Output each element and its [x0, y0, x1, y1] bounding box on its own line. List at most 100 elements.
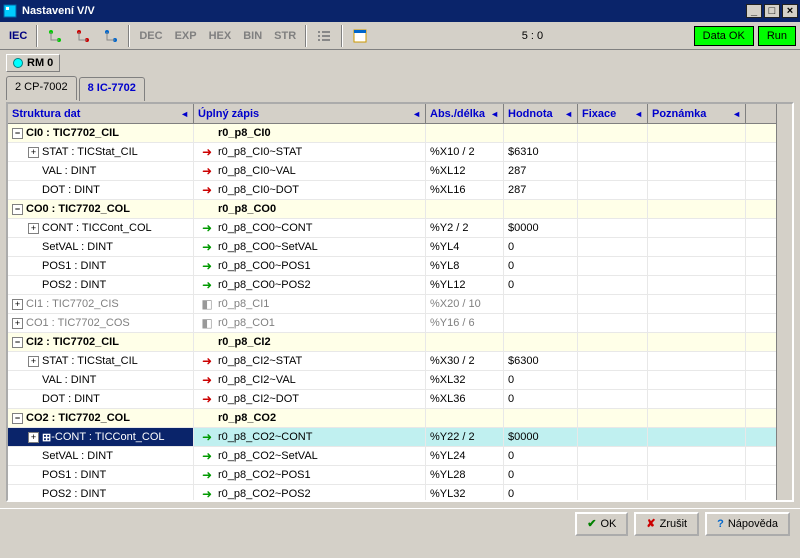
collapse-icon[interactable]: − [12, 337, 23, 348]
table-row[interactable]: SetVAL : DINT➜r0_p8_CO2~SetVAL%YL240 [8, 447, 776, 466]
tab-ic7702[interactable]: 8 IC-7702 [79, 77, 145, 101]
table-row[interactable]: VAL : DINT➜r0_p8_CI2~VAL%XL320 [8, 371, 776, 390]
row-fullname: r0_p8_CO0 [218, 203, 276, 215]
expand-icon[interactable]: + [28, 356, 39, 367]
expand-icon[interactable]: + [28, 223, 39, 234]
output-arrow-icon: ➜ [202, 259, 212, 273]
collapse-icon[interactable]: − [12, 128, 23, 139]
close-button[interactable]: × [782, 4, 798, 18]
dec-button[interactable]: DEC [134, 25, 167, 47]
disabled-icon: ◧ [201, 316, 212, 330]
iec-button[interactable]: IEC [4, 25, 32, 47]
row-struct-label: CI1 : TIC7702_CIS [26, 298, 119, 310]
ok-button[interactable]: ✔OK [575, 512, 628, 536]
window-icon[interactable] [347, 25, 373, 47]
help-button[interactable]: ?Nápověda [705, 512, 790, 536]
exp-button[interactable]: EXP [170, 25, 202, 47]
col-abslen[interactable]: Abs./délka◄ [426, 104, 504, 123]
table-row[interactable]: POS1 : DINT➜r0_p8_CO0~POS1%YL80 [8, 257, 776, 276]
row-fullname: r0_p8_CO0~POS1 [218, 260, 311, 272]
col-value[interactable]: Hodnota◄ [504, 104, 578, 123]
table-row[interactable]: −CI0 : TIC7702_CILr0_p8_CI0 [8, 124, 776, 143]
cancel-button[interactable]: ✘Zrušit [634, 512, 699, 536]
vertical-scrollbar[interactable] [776, 104, 792, 500]
run-indicator: Run [758, 26, 796, 46]
row-abslen: %Y2 / 2 [430, 222, 469, 234]
row-abslen: %X30 / 2 [430, 355, 475, 367]
expand-icon[interactable]: + [12, 299, 23, 310]
tree1-icon[interactable] [42, 25, 68, 47]
row-struct-label: CO0 : TIC7702_COL [26, 203, 130, 215]
app-icon [2, 3, 18, 19]
col-note[interactable]: Poznámka◄ [648, 104, 746, 123]
row-abslen: %XL16 [430, 184, 465, 196]
row-value: 287 [508, 184, 526, 196]
tree3-icon[interactable] [98, 25, 124, 47]
row-struct-label: DOT : DINT [42, 184, 100, 196]
row-abslen: %Y16 / 6 [430, 317, 475, 329]
row-struct-label: CI2 : TIC7702_CIL [26, 336, 119, 348]
hex-button[interactable]: HEX [204, 25, 237, 47]
expand-icon[interactable]: + [28, 432, 39, 443]
table-row[interactable]: POS1 : DINT➜r0_p8_CO2~POS1%YL280 [8, 466, 776, 485]
table-row[interactable]: −CO0 : TIC7702_COL r0_p8_CO0 [8, 200, 776, 219]
expand-icon[interactable]: + [28, 147, 39, 158]
row-abslen: %YL12 [430, 279, 465, 291]
col-structure[interactable]: Struktura dat◄ [8, 104, 194, 123]
row-fullname: r0_p8_CI2~VAL [218, 374, 296, 386]
row-value: 0 [508, 241, 514, 253]
row-struct-label: SetVAL : DINT [42, 241, 113, 253]
str-button[interactable]: STR [269, 25, 301, 47]
table-row[interactable]: SetVAL : DINT➜r0_p8_CO0~SetVAL%YL40 [8, 238, 776, 257]
toolbar: IEC DEC EXP HEX BIN STR 5 : 0 Data OK Ru… [0, 22, 800, 50]
table-row[interactable]: +CONT : TICCont_COL➜r0_p8_CO0~CONT%Y2 / … [8, 219, 776, 238]
list-icon[interactable] [311, 25, 337, 47]
row-value: 0 [508, 469, 514, 481]
table-row[interactable]: −CO2 : TIC7702_COLr0_p8_CO2 [8, 409, 776, 428]
row-value: 287 [508, 165, 526, 177]
row-struct-label: ⊞-CONT : TICCont_COL [42, 431, 165, 444]
data-grid-panel: Struktura dat◄ Úplný zápis◄ Abs./délka◄ … [6, 102, 794, 502]
row-struct-label: CO1 : TIC7702_COS [26, 317, 130, 329]
table-row[interactable]: +STAT : TICStat_CIL➜r0_p8_CI0~STAT%X10 /… [8, 143, 776, 162]
table-row[interactable]: POS2 : DINT➜r0_p8_CO2~POS2%YL320 [8, 485, 776, 500]
tab-cp7002[interactable]: 2 CP-7002 [6, 76, 77, 100]
row-struct-label: DOT : DINT [42, 393, 100, 405]
table-row[interactable]: −CI2 : TIC7702_CILr0_p8_CI2 [8, 333, 776, 352]
tree2-icon[interactable] [70, 25, 96, 47]
grid-header: Struktura dat◄ Úplný zápis◄ Abs./délka◄ … [8, 104, 776, 124]
table-row[interactable]: +CI1 : TIC7702_CIS◧r0_p8_CI1%X20 / 10 [8, 295, 776, 314]
row-struct-label: POS2 : DINT [42, 488, 106, 500]
row-fullname: r0_p8_CO2~POS1 [218, 469, 311, 481]
row-fullname: r0_p8_CI2~DOT [218, 393, 299, 405]
output-arrow-icon: ➜ [202, 449, 212, 463]
row-abslen: %XL12 [430, 165, 465, 177]
table-row[interactable]: +⊞-CONT : TICCont_COL➜r0_p8_CO2~CONT%Y22… [8, 428, 776, 447]
row-abslen: %X10 / 2 [430, 146, 475, 158]
output-arrow-icon: ➜ [202, 468, 212, 482]
collapse-icon[interactable]: − [12, 204, 23, 215]
col-fix[interactable]: Fixace◄ [578, 104, 648, 123]
grid-rows: −CI0 : TIC7702_CILr0_p8_CI0+STAT : TICSt… [8, 124, 776, 500]
input-arrow-icon: ➜ [202, 183, 212, 197]
table-row[interactable]: DOT : DINT➜r0_p8_CI0~DOT%XL16287 [8, 181, 776, 200]
row-value: 0 [508, 374, 514, 386]
rack-tab-label: RM 0 [27, 57, 53, 69]
table-row[interactable]: +CO1 : TIC7702_COS◧r0_p8_CO1%Y16 / 6 [8, 314, 776, 333]
bin-button[interactable]: BIN [238, 25, 267, 47]
table-row[interactable]: DOT : DINT➜r0_p8_CI2~DOT%XL360 [8, 390, 776, 409]
col-fullname[interactable]: Úplný zápis◄ [194, 104, 426, 123]
table-row[interactable]: VAL : DINT➜r0_p8_CI0~VAL%XL12287 [8, 162, 776, 181]
row-value: $0000 [508, 222, 539, 234]
titlebar: Nastavení V/V _ □ × [0, 0, 800, 22]
expand-icon[interactable]: + [12, 318, 23, 329]
collapse-icon[interactable]: − [12, 413, 23, 424]
rack-tab-rm0[interactable]: RM 0 [6, 54, 60, 72]
row-struct-label: VAL : DINT [42, 374, 96, 386]
table-row[interactable]: +STAT : TICStat_CIL➜r0_p8_CI2~STAT%X30 /… [8, 352, 776, 371]
minimize-button[interactable]: _ [746, 4, 762, 18]
maximize-button[interactable]: □ [764, 4, 780, 18]
output-arrow-icon: ➜ [202, 221, 212, 235]
table-row[interactable]: POS2 : DINT➜r0_p8_CO0~POS2%YL120 [8, 276, 776, 295]
row-value: 0 [508, 260, 514, 272]
